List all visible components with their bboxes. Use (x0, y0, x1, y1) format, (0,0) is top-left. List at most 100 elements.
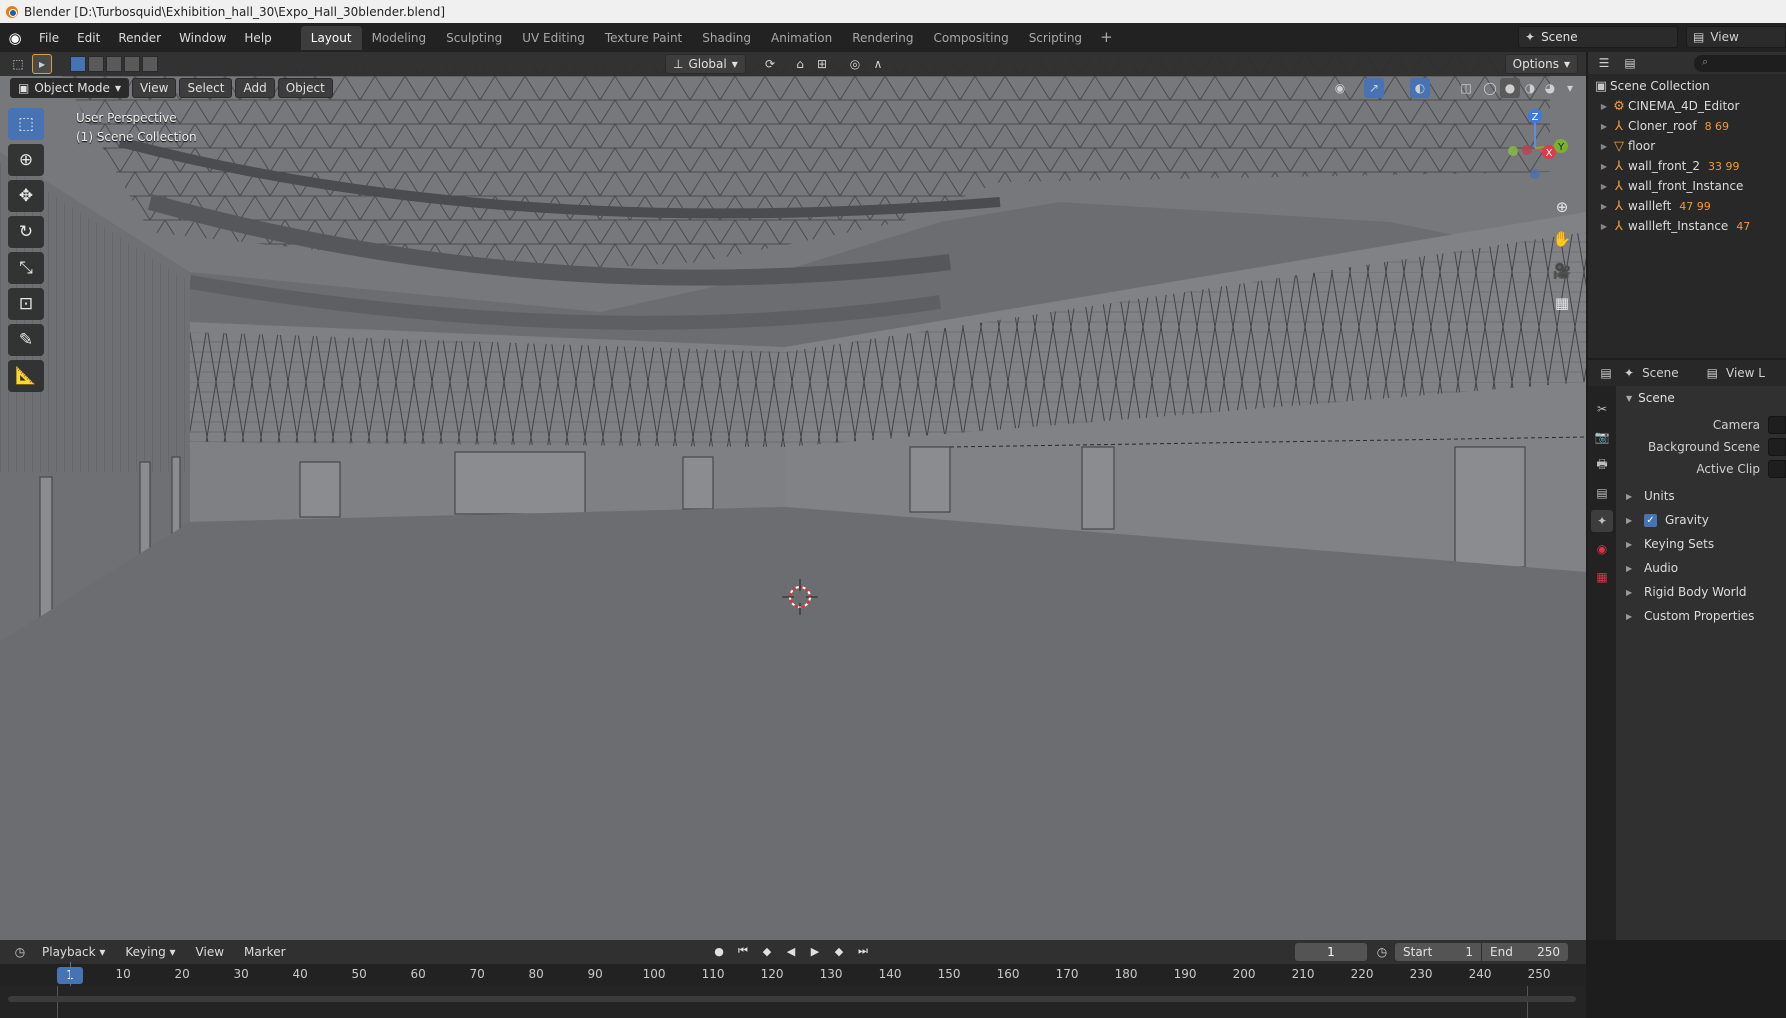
menu-render[interactable]: Render (109, 27, 170, 49)
measure-tool-icon[interactable]: 📐 (8, 360, 44, 392)
keying-menu[interactable]: Keying ▾ (117, 945, 183, 959)
expand-triangle-icon[interactable]: ▶ (1598, 142, 1610, 151)
next-keyframe-icon[interactable]: ◆ (830, 942, 848, 960)
outliner-item[interactable]: ▶ ⚙ CINEMA_4D_Editor (1588, 96, 1786, 116)
select-intersect-icon[interactable] (142, 56, 158, 72)
proportional-edit-icon[interactable]: ◎ (845, 54, 865, 74)
menu-file[interactable]: File (30, 27, 68, 49)
units-panel[interactable]: ▶ Units (1620, 484, 1786, 508)
add-workspace-icon[interactable]: + (1092, 26, 1121, 50)
visibility-icon[interactable]: ◉ (1330, 78, 1350, 98)
properties-editor-icon[interactable]: ▤ (1596, 363, 1616, 383)
outliner-search-input[interactable]: ⌕ (1694, 55, 1786, 72)
tab-modeling[interactable]: Modeling (362, 26, 437, 50)
tool-tab-icon[interactable]: ✂ (1591, 398, 1613, 420)
outliner-item[interactable]: ▶ ▽ floor (1588, 136, 1786, 156)
overlay-toggle-icon[interactable]: ◐ (1410, 78, 1430, 98)
xray-icon[interactable]: ◫ (1456, 78, 1476, 98)
display-mode-icon[interactable]: ▤ (1620, 53, 1640, 73)
marker-menu[interactable]: Marker (236, 945, 293, 959)
timeline-scrollbar[interactable] (8, 996, 1576, 1002)
view-menu[interactable]: View (131, 78, 177, 98)
tool-select-box-icon[interactable]: ▸ (32, 54, 52, 74)
tab-animation[interactable]: Animation (761, 26, 842, 50)
outliner-item[interactable]: ▶ ⅄ wallleft_Instance 47 (1588, 216, 1786, 236)
add-menu[interactable]: Add (235, 78, 275, 98)
3d-viewport[interactable]: ⬚ ▸ ⊥ Global ▾ ⟳ ⌂ ⊞ ◎ ∧ Options ▾ ▣ Obj… (0, 52, 1586, 940)
select-menu[interactable]: Select (179, 78, 233, 98)
play-icon[interactable]: ▶ (806, 942, 824, 960)
move-tool-icon[interactable]: ✥ (8, 180, 44, 212)
chevron-down-icon[interactable]: ▾ (1560, 78, 1580, 98)
material-shading-icon[interactable]: ◑ (1520, 78, 1540, 98)
cursor-tool-icon[interactable]: ⊕ (8, 144, 44, 176)
tab-compositing[interactable]: Compositing (923, 26, 1018, 50)
tab-scripting[interactable]: Scripting (1019, 26, 1092, 50)
rendered-shading-icon[interactable]: ◕ (1540, 78, 1560, 98)
end-frame-field[interactable]: End 250 (1482, 943, 1568, 961)
snap-icon[interactable]: ⌂ (790, 54, 810, 74)
timeline-track[interactable] (0, 986, 1586, 1018)
background-scene-field[interactable] (1768, 438, 1786, 456)
solid-shading-icon[interactable]: ● (1500, 78, 1520, 98)
view-layer-tab-icon[interactable]: ▤ (1591, 482, 1613, 504)
menu-window[interactable]: Window (170, 27, 235, 49)
scene-panel-header[interactable]: ▼ Scene (1620, 386, 1786, 410)
snap-target-icon[interactable]: ⊞ (812, 54, 832, 74)
camera-field[interactable] (1768, 416, 1786, 434)
jump-start-icon[interactable]: ⏮ (734, 942, 752, 960)
current-frame-field[interactable]: 1 (1295, 943, 1367, 961)
select-subtract-icon[interactable] (106, 56, 122, 72)
select-extend-icon[interactable] (88, 56, 104, 72)
blender-menu-icon[interactable]: ◉ (0, 23, 30, 52)
selection-mode-group[interactable] (70, 56, 158, 72)
navigation-gizmo[interactable]: Z X Y (1495, 104, 1575, 184)
jump-end-icon[interactable]: ⏭ (854, 942, 872, 960)
world-tab-icon[interactable]: ◉ (1591, 538, 1613, 560)
playback-menu[interactable]: Playback ▾ (34, 945, 113, 959)
expand-triangle-icon[interactable]: ▶ (1598, 182, 1610, 191)
gizmo-toggle-icon[interactable]: ↗ (1364, 78, 1384, 98)
timeline-editor-icon[interactable]: ◷ (10, 942, 30, 962)
rigid-body-world-panel[interactable]: ▶ Rigid Body World (1620, 580, 1786, 604)
scene-tab-icon[interactable]: ✦ (1591, 510, 1613, 532)
outliner-item[interactable]: ▶ ⅄ wallleft 47 99 (1588, 196, 1786, 216)
gravity-panel[interactable]: ▶ ✓ Gravity (1620, 508, 1786, 532)
transform-tool-icon[interactable]: ⊡ (8, 288, 44, 320)
select-difference-icon[interactable] (124, 56, 140, 72)
menu-help[interactable]: Help (235, 27, 280, 49)
scale-tool-icon[interactable]: ⤡ (8, 252, 44, 284)
texture-tab-icon[interactable]: ▦ (1591, 566, 1613, 588)
audio-panel[interactable]: ▶ Audio (1620, 556, 1786, 580)
wireframe-shading-icon[interactable]: ◯ (1480, 78, 1500, 98)
active-clip-field[interactable] (1768, 460, 1786, 478)
outliner-scene-collection[interactable]: ▣ Scene Collection (1592, 76, 1786, 96)
transform-orientation-dropdown[interactable]: ⊥ Global ▾ (665, 54, 746, 74)
play-reverse-icon[interactable]: ◀ (782, 942, 800, 960)
gravity-checkbox[interactable]: ✓ (1644, 513, 1657, 527)
custom-properties-panel[interactable]: ▶ Custom Properties (1620, 604, 1786, 628)
keying-sets-panel[interactable]: ▶ Keying Sets (1620, 532, 1786, 556)
zoom-icon[interactable]: ⊕ (1548, 194, 1576, 220)
start-frame-field[interactable]: Start 1 (1395, 943, 1481, 961)
outliner-editor-icon[interactable]: ☰ (1594, 53, 1614, 73)
select-new-icon[interactable] (70, 56, 86, 72)
grid-view-icon[interactable]: ▦ (1548, 290, 1576, 316)
object-menu[interactable]: Object (277, 78, 333, 98)
falloff-icon[interactable]: ∧ (868, 54, 888, 74)
frame-ruler[interactable]: 1 10203040506070809010011012013014015016… (0, 964, 1586, 986)
pan-hand-icon[interactable]: ✋ (1548, 226, 1576, 252)
preview-range-icon[interactable]: ◷ (1372, 942, 1392, 962)
camera-view-icon[interactable]: 🎥 (1548, 258, 1576, 284)
tab-layout[interactable]: Layout (300, 25, 362, 50)
tab-sculpting[interactable]: Sculpting (436, 26, 512, 50)
rotate-tool-icon[interactable]: ↻ (8, 216, 44, 248)
pivot-point-icon[interactable]: ⟳ (760, 54, 780, 74)
render-tab-icon[interactable]: 📷 (1591, 426, 1613, 448)
mode-dropdown[interactable]: ▣ Object Mode ▾ (10, 78, 129, 98)
prev-keyframe-icon[interactable]: ◆ (758, 942, 776, 960)
select-box-tool-icon[interactable]: ⬚ (8, 108, 44, 140)
tab-texture-paint[interactable]: Texture Paint (595, 26, 692, 50)
scene-selector[interactable]: ✦ Scene (1518, 26, 1678, 48)
expand-triangle-icon[interactable]: ▶ (1598, 162, 1610, 171)
